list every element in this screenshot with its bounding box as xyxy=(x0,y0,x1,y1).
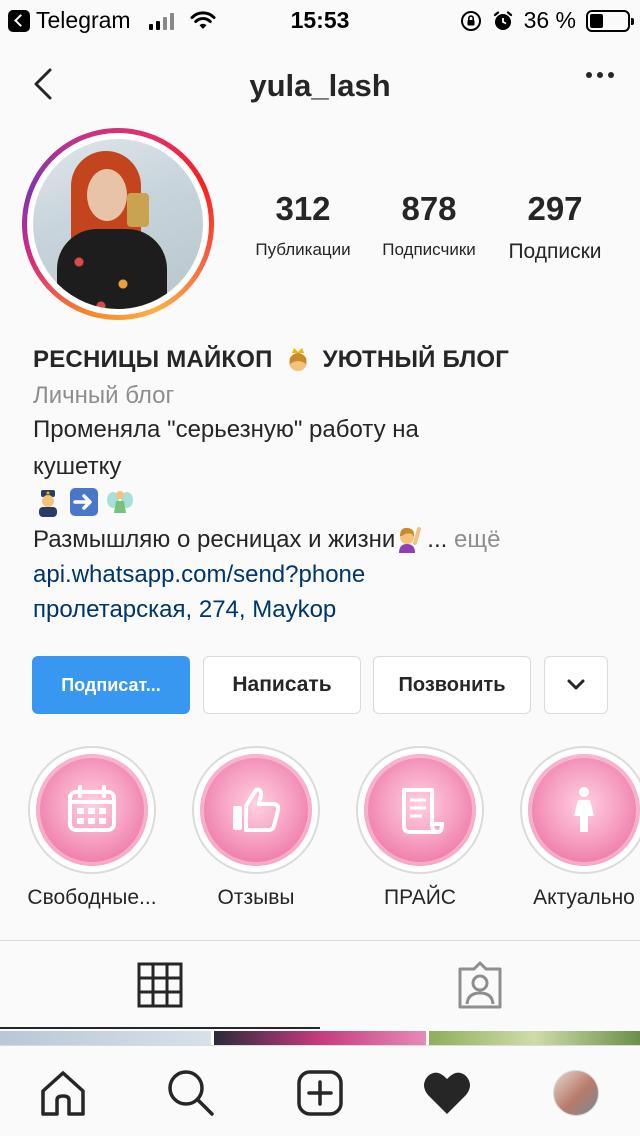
scroll-icon xyxy=(402,788,445,834)
post-thumbnail[interactable] xyxy=(0,1031,212,1045)
battery-icon xyxy=(586,9,634,32)
post-thumbnail[interactable] xyxy=(428,1031,640,1045)
tagged-person-icon xyxy=(458,961,502,1009)
bio-website-link[interactable]: api.whatsapp.com/send?phone xyxy=(33,557,623,592)
new-post-tab[interactable] xyxy=(295,1068,345,1118)
highlight-item[interactable]: Актуально xyxy=(502,746,640,910)
raising-hand-emoji-icon xyxy=(399,527,422,553)
stat-followers[interactable]: 878 Подписчики xyxy=(366,190,492,264)
post-thumbnail[interactable] xyxy=(214,1031,426,1045)
stat-label: Подписчики xyxy=(382,240,476,259)
highlight-label: Отзывы xyxy=(217,886,295,909)
story-highlights: Свободные... Отзывы ПРАЙС Актуально xyxy=(0,746,640,916)
stat-value: 312 xyxy=(275,190,331,227)
thumbs-up-icon xyxy=(233,787,281,832)
profile-stats: 312 Публикации 878 Подписчики 297 Подпис… xyxy=(240,190,620,264)
profile-username: yula_lash xyxy=(249,68,391,103)
call-button[interactable]: Позвонить xyxy=(373,656,531,714)
battery-percent: 36 % xyxy=(523,7,576,33)
bio-more-ellipsis: ... xyxy=(427,526,448,553)
profile-avatar-icon xyxy=(553,1070,599,1116)
stat-value: 878 xyxy=(401,190,457,227)
display-name-part: УЮТНЫЙ БЛОГ xyxy=(322,346,510,373)
active-tab-indicator xyxy=(0,1027,320,1029)
add-post-icon xyxy=(297,1070,343,1116)
profile-tab[interactable] xyxy=(551,1068,601,1118)
bio-address-link[interactable]: пролетарская, 274, Maykop xyxy=(33,592,623,627)
stat-value: 297 xyxy=(527,190,583,227)
bio-line: кушетку xyxy=(33,453,122,480)
right-arrow-emoji-icon xyxy=(70,488,98,516)
bio-line: Размышляю о ресницах и жизни ... ещё xyxy=(33,522,623,557)
bio-more-link[interactable]: ещё xyxy=(454,526,500,553)
bio-text: Размышляю о ресницах и жизни xyxy=(33,526,396,553)
police-officer-emoji-icon xyxy=(39,490,57,517)
chevron-down-icon xyxy=(567,679,585,690)
profile-display-name: РЕСНИЦЫ МАЙКОП УЮТНЫЙ БЛОГ xyxy=(33,342,623,378)
search-icon xyxy=(168,1070,214,1116)
home-tab[interactable] xyxy=(38,1068,88,1118)
profile-nav-bar: yula_lash xyxy=(0,50,640,120)
stat-following[interactable]: 297 Подписки xyxy=(492,190,618,264)
post-grid-preview xyxy=(0,1031,640,1045)
tab-tagged[interactable] xyxy=(320,941,640,1029)
orientation-lock-icon xyxy=(460,10,481,31)
highlight-label: Актуально xyxy=(533,886,635,909)
search-tab[interactable] xyxy=(166,1068,216,1118)
stat-label: Публикации xyxy=(255,240,351,259)
profile-category: Личный блог xyxy=(33,382,175,409)
princess-emoji-icon xyxy=(288,348,307,371)
highlight-label: ПРАЙС xyxy=(384,886,456,909)
bio-line: Променяла "серьезную" работу на xyxy=(33,416,419,443)
profile-bio: РЕСНИЦЫ МАЙКОП УЮТНЫЙ БЛОГ Личный блог П… xyxy=(33,342,623,627)
calendar-icon xyxy=(68,785,116,832)
highlight-item[interactable]: Свободные... xyxy=(10,746,174,910)
display-name-part: РЕСНИЦЫ МАЙКОП xyxy=(33,346,273,373)
bottom-navigation xyxy=(0,1045,640,1136)
bio-emoji-row xyxy=(33,484,623,520)
status-bar: Telegram 15:53 36 % xyxy=(0,0,640,40)
activity-tab[interactable] xyxy=(422,1068,472,1118)
heart-icon xyxy=(424,1072,470,1114)
woman-icon xyxy=(574,787,594,832)
highlight-label: Свободные... xyxy=(27,886,157,909)
suggested-accounts-button[interactable] xyxy=(544,656,608,714)
grid-icon xyxy=(137,962,183,1008)
profile-content-tabs xyxy=(0,941,640,1029)
profile-avatar[interactable] xyxy=(22,128,214,320)
fairy-emoji-icon xyxy=(107,491,133,513)
home-icon xyxy=(41,1071,85,1116)
highlight-item[interactable]: ПРАЙС xyxy=(338,746,502,910)
message-button[interactable]: Написать xyxy=(203,656,361,714)
stat-label: Подписки xyxy=(508,240,602,263)
avatar-photo xyxy=(33,139,203,309)
stat-posts[interactable]: 312 Публикации xyxy=(240,190,366,264)
tab-grid[interactable] xyxy=(0,941,320,1029)
more-options-icon[interactable] xyxy=(586,72,614,78)
follow-button[interactable]: Подписат... xyxy=(32,656,190,714)
alarm-icon xyxy=(493,10,512,30)
highlight-item[interactable]: Отзывы xyxy=(174,746,338,910)
